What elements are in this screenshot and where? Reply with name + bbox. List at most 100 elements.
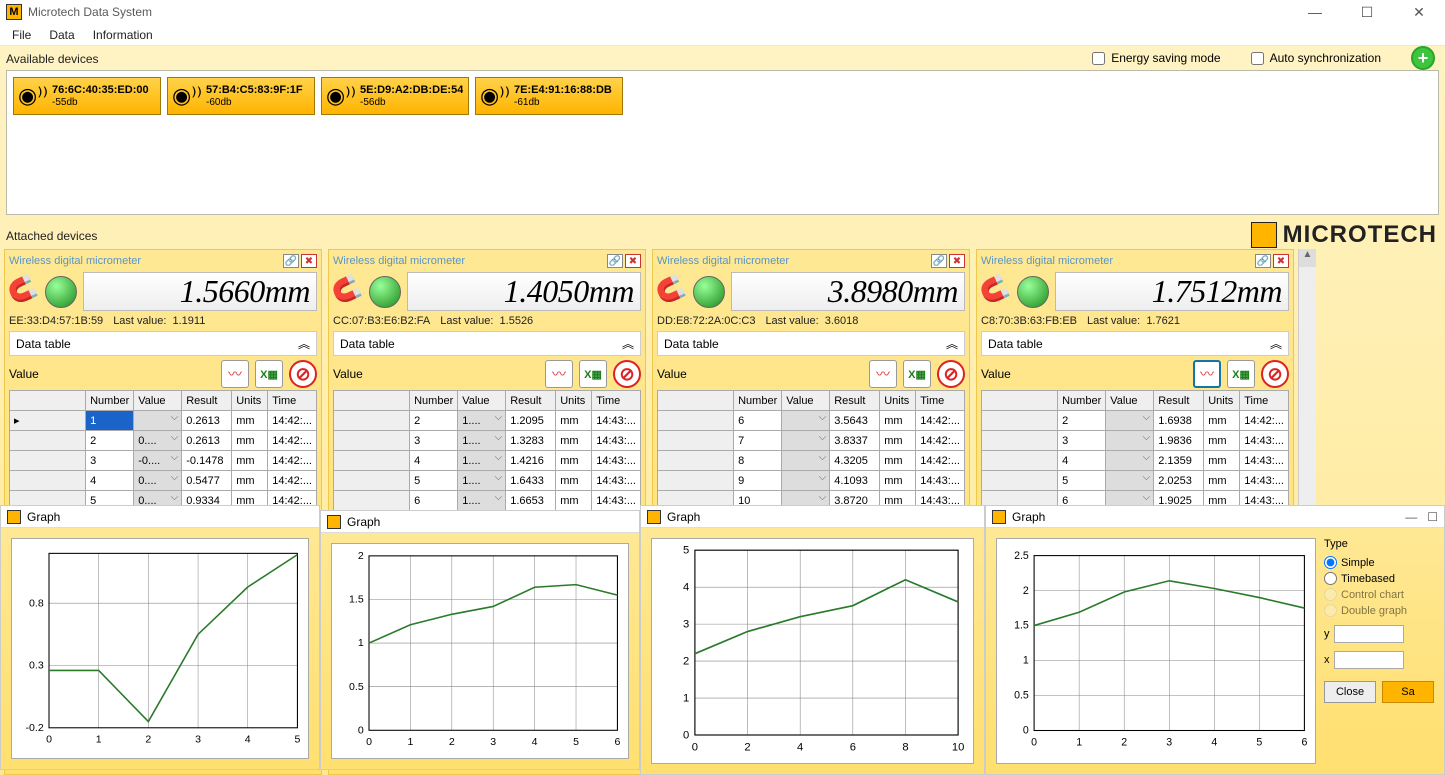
panel-close-icon[interactable]: ✖ (1273, 254, 1289, 268)
device-mac: 57:B4:C5:83:9F:1F (206, 84, 303, 96)
table-row[interactable]: 21....1.2095mm14:43:... (334, 411, 641, 431)
minimize-icon[interactable]: — (1295, 4, 1335, 21)
data-table: NumberValueResultUnitsTime 21.6938mm14:4… (981, 390, 1289, 511)
magnet-icon[interactable]: 🧲 (652, 272, 692, 312)
minimize-icon[interactable]: — (1405, 510, 1417, 524)
link-icon[interactable]: 🔗 (931, 254, 947, 268)
available-devices-label: Available devices (0, 48, 105, 68)
panel-title: Wireless digital micrometer (9, 255, 141, 267)
data-table-toggle[interactable]: Data table︽ (981, 331, 1289, 356)
available-device-chip[interactable]: ◉⁾⁾5E:D9:A2:DB:DE:54-56db (321, 77, 469, 115)
device-signal: -56db (360, 97, 463, 108)
table-row[interactable]: 51....1.6433mm14:43:... (334, 471, 641, 491)
svg-text:5: 5 (1256, 736, 1262, 748)
x-label: x (1324, 654, 1330, 666)
radio-control-chart[interactable]: Control chart (1324, 588, 1434, 601)
chart-button[interactable]: 〰 (869, 360, 897, 388)
link-icon[interactable]: 🔗 (607, 254, 623, 268)
svg-text:1: 1 (96, 734, 102, 746)
table-row[interactable]: 63.5643mm14:42:... (658, 411, 965, 431)
table-row[interactable]: 41....1.4216mm14:43:... (334, 451, 641, 471)
wifi-icon: ◉⁾⁾ (480, 85, 510, 107)
available-devices-list: ◉⁾⁾76:6C:40:35:ED:00-55db◉⁾⁾57:B4:C5:83:… (6, 70, 1439, 215)
panel-close-icon[interactable]: ✖ (625, 254, 641, 268)
menu-information[interactable]: Information (93, 28, 153, 42)
svg-text:2: 2 (358, 550, 364, 562)
svg-text:1.5: 1.5 (349, 594, 364, 606)
close-button[interactable]: Close (1324, 681, 1376, 703)
x-input[interactable] (1334, 651, 1404, 669)
available-device-chip[interactable]: ◉⁾⁾76:6C:40:35:ED:00-55db (13, 77, 161, 115)
panel-close-icon[interactable]: ✖ (949, 254, 965, 268)
y-input[interactable] (1334, 625, 1404, 643)
table-row[interactable]: 84.3205mm14:42:... (658, 451, 965, 471)
chart-button[interactable]: 〰 (1193, 360, 1221, 388)
link-icon[interactable]: 🔗 (283, 254, 299, 268)
table-row[interactable]: 20....0.2613mm14:42:... (10, 431, 317, 451)
radio-double-graph[interactable]: Double graph (1324, 604, 1434, 617)
attached-devices-label: Attached devices (0, 225, 103, 245)
table-row[interactable]: 3-0....-0.1478mm14:42:... (10, 451, 317, 471)
svg-text:4: 4 (245, 734, 251, 746)
device-id: CC:07:B3:E6:B2:FA (333, 315, 430, 327)
menu-file[interactable]: File (12, 28, 31, 42)
delete-button[interactable]: ⊘ (1261, 360, 1289, 388)
svg-text:0: 0 (683, 729, 689, 741)
export-excel-button[interactable]: X▦ (903, 360, 931, 388)
device-id: C8:70:3B:63:FB:EB (981, 315, 1077, 327)
data-table-toggle[interactable]: Data table︽ (9, 331, 317, 356)
table-row[interactable]: 73.8337mm14:42:... (658, 431, 965, 451)
table-row[interactable]: 42.1359mm14:43:... (982, 451, 1289, 471)
energy-saving-checkbox[interactable]: Energy saving mode (1092, 51, 1220, 65)
plot-area: -0.20.30.8012345 (11, 538, 309, 759)
close-icon[interactable]: ✕ (1399, 4, 1439, 21)
reading-display: 1.7512mm (1055, 272, 1289, 311)
menu-data[interactable]: Data (49, 28, 74, 42)
value-label: Value (657, 367, 687, 381)
radio-timebased[interactable]: Timebased (1324, 572, 1434, 585)
device-signal: -60db (206, 97, 303, 108)
data-table-toggle[interactable]: Data table︽ (333, 331, 641, 356)
available-device-chip[interactable]: ◉⁾⁾57:B4:C5:83:9F:1F-60db (167, 77, 315, 115)
svg-text:8: 8 (902, 742, 908, 754)
value-label: Value (9, 367, 39, 381)
magnet-icon[interactable]: 🧲 (4, 272, 44, 312)
maximize-icon[interactable]: ☐ (1347, 4, 1387, 21)
magnet-icon[interactable]: 🧲 (976, 272, 1016, 312)
export-excel-button[interactable]: X▦ (255, 360, 283, 388)
svg-text:2.5: 2.5 (1014, 550, 1029, 562)
auto-sync-checkbox[interactable]: Auto synchronization (1251, 51, 1381, 65)
table-row[interactable]: 40....0.5477mm14:42:... (10, 471, 317, 491)
table-row[interactable]: 31....1.3283mm14:43:... (334, 431, 641, 451)
add-device-button[interactable]: + (1411, 46, 1435, 70)
delete-button[interactable]: ⊘ (613, 360, 641, 388)
link-icon[interactable]: 🔗 (1255, 254, 1271, 268)
table-row[interactable]: ▸10.2613mm14:42:... (10, 411, 317, 431)
value-label: Value (333, 367, 363, 381)
export-excel-button[interactable]: X▦ (579, 360, 607, 388)
available-device-chip[interactable]: ◉⁾⁾7E:E4:91:16:88:DB-61db (475, 77, 623, 115)
table-row[interactable]: 94.1093mm14:43:... (658, 471, 965, 491)
delete-button[interactable]: ⊘ (937, 360, 965, 388)
svg-text:0: 0 (46, 734, 52, 746)
titlebar: M Microtech Data System — ☐ ✕ (0, 0, 1445, 24)
svg-text:0: 0 (1031, 736, 1037, 748)
panel-close-icon[interactable]: ✖ (301, 254, 317, 268)
delete-button[interactable]: ⊘ (289, 360, 317, 388)
radio-simple[interactable]: Simple (1324, 556, 1434, 569)
export-excel-button[interactable]: X▦ (1227, 360, 1255, 388)
svg-text:1: 1 (683, 692, 689, 704)
wifi-icon: ◉⁾⁾ (18, 85, 48, 107)
table-row[interactable]: 52.0253mm14:43:... (982, 471, 1289, 491)
magnet-icon[interactable]: 🧲 (328, 272, 368, 312)
table-row[interactable]: 21.6938mm14:42:... (982, 411, 1289, 431)
table-row[interactable]: 31.9836mm14:43:... (982, 431, 1289, 451)
svg-text:5: 5 (573, 736, 579, 748)
save-button[interactable]: Sa (1382, 681, 1434, 703)
svg-text:2: 2 (449, 736, 455, 748)
maximize-icon[interactable]: ☐ (1427, 510, 1438, 524)
chart-button[interactable]: 〰 (221, 360, 249, 388)
data-table-toggle[interactable]: Data table︽ (657, 331, 965, 356)
chart-button[interactable]: 〰 (545, 360, 573, 388)
svg-text:1: 1 (358, 637, 364, 649)
